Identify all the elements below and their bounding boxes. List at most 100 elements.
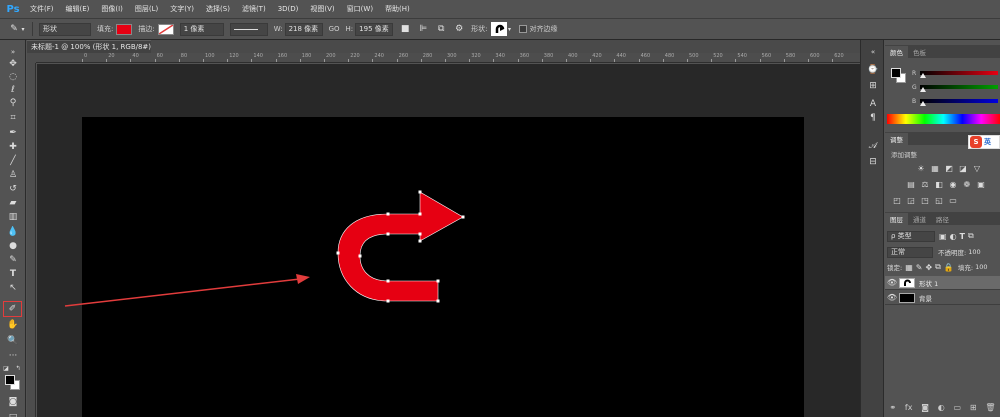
ruler-origin[interactable] — [27, 53, 36, 63]
more-tools-icon[interactable]: ··· — [4, 350, 22, 362]
link-dimensions-icon[interactable]: GO — [329, 25, 340, 33]
blue-thumb[interactable] — [920, 101, 926, 106]
green-track[interactable] — [920, 85, 998, 89]
layer-kind-filter[interactable]: ρ 类型 — [887, 230, 935, 242]
eye-icon[interactable]: 👁 — [885, 278, 899, 287]
panel-foreground-swatch[interactable] — [891, 68, 901, 78]
red-thumb[interactable] — [920, 73, 926, 78]
brightness-icon[interactable]: ☀ — [915, 163, 927, 173]
gradient-tool-icon[interactable]: ▥ — [4, 211, 22, 223]
magic-wand-tool-icon[interactable]: ⚲ — [4, 97, 22, 109]
tab-swatches[interactable]: 色板 — [908, 46, 931, 58]
curves-icon[interactable]: ◩ — [943, 163, 955, 173]
hue-saturation-icon[interactable]: ▤ — [905, 179, 917, 189]
filter-pixel-icon[interactable]: ▣ — [939, 232, 947, 241]
tab-adjustments[interactable]: 调整 — [885, 133, 908, 145]
type-tool-icon[interactable]: T — [4, 268, 22, 280]
menu-3d[interactable]: 3D(D) — [272, 5, 305, 13]
menu-view[interactable]: 视图(V) — [304, 4, 340, 14]
menu-window[interactable]: 窗口(W) — [341, 4, 379, 14]
menu-image[interactable]: 图像(I) — [95, 4, 129, 14]
brush-tool-icon[interactable]: ╱ — [4, 155, 22, 167]
photo-filter-icon[interactable]: ◉ — [947, 179, 959, 189]
chevron-down-icon[interactable]: ▾ — [507, 23, 513, 35]
quick-mask-icon[interactable]: ◙ — [4, 396, 22, 408]
healing-brush-tool-icon[interactable]: ✚ — [4, 141, 22, 153]
swap-colors-icon[interactable]: ↰ — [14, 362, 22, 374]
path-alignment-icon[interactable]: ⊫ — [417, 23, 429, 35]
history-icon[interactable]: ⌚ — [866, 64, 880, 76]
layer-row[interactable]: 👁 背景 — [885, 291, 1000, 305]
green-slider[interactable]: G — [912, 83, 1000, 92]
blend-mode-select[interactable]: 正常 — [887, 246, 933, 258]
menu-edit[interactable]: 编辑(E) — [60, 4, 96, 14]
menu-type[interactable]: 文字(Y) — [164, 4, 200, 14]
color-spectrum[interactable] — [887, 114, 1000, 124]
lasso-tool-icon[interactable]: ℓ — [4, 84, 22, 96]
glyphs-icon[interactable]: 𝒜 — [866, 140, 880, 152]
freeform-pen-tool-icon[interactable]: ✐ — [3, 301, 22, 317]
tab-paths[interactable]: 路径 — [931, 213, 954, 225]
filter-shape-icon[interactable]: ⧉ — [968, 231, 974, 241]
path-operations-icon[interactable]: ■ — [399, 23, 411, 35]
color-balance-icon[interactable]: ⚖ — [919, 179, 931, 189]
pen-tool-icon[interactable]: ✎ — [4, 254, 22, 266]
selective-color-icon[interactable]: ◱ — [933, 195, 945, 205]
blue-slider[interactable]: B — [912, 97, 1000, 106]
align-edges-checkbox[interactable] — [518, 25, 527, 33]
height-input[interactable]: 195 像素 — [355, 22, 394, 36]
lock-all-icon[interactable]: 🔒 — [944, 263, 954, 272]
clone-stamp-tool-icon[interactable]: ♙ — [4, 169, 22, 181]
dodge-tool-icon[interactable]: ● — [4, 240, 22, 252]
shape-picker[interactable] — [490, 22, 507, 36]
marquee-tool-icon[interactable]: ◌ — [4, 71, 22, 83]
vertical-ruler[interactable] — [27, 63, 36, 417]
lock-artboard-icon[interactable]: ⧉ — [935, 262, 941, 272]
red-slider[interactable]: R — [912, 69, 1000, 78]
eye-icon[interactable]: 👁 — [885, 293, 899, 302]
expand-panels-icon[interactable]: « — [866, 46, 880, 58]
default-colors-icon[interactable]: ◪ — [2, 362, 10, 374]
stroke-color-swatch[interactable] — [157, 23, 174, 35]
stroke-type-select[interactable] — [229, 22, 268, 36]
fill-color-swatch[interactable] — [116, 23, 133, 35]
paragraph-icon[interactable]: ¶ — [866, 112, 880, 124]
new-layer-icon[interactable]: ⊞ — [970, 403, 977, 416]
menu-layer[interactable]: 图层(L) — [129, 4, 164, 14]
filter-type-icon[interactable]: T — [960, 232, 965, 241]
path-arrangement-icon[interactable]: ⧉ — [435, 23, 447, 35]
channel-mixer-icon[interactable]: ❁ — [961, 179, 973, 189]
fill-opacity-value[interactable]: 100 — [975, 263, 987, 271]
lock-transparent-icon[interactable]: ▦ — [905, 263, 913, 272]
blur-tool-icon[interactable]: 💧 — [4, 226, 22, 238]
width-input[interactable]: 218 像素 — [284, 22, 323, 36]
trash-icon[interactable]: 🗑 — [985, 403, 995, 416]
chevron-down-icon[interactable]: ▾ — [20, 23, 26, 35]
actions-icon[interactable]: ⊟ — [866, 156, 880, 168]
screen-mode-icon[interactable]: ▭ — [4, 410, 22, 417]
freeform-pen-preset-icon[interactable]: ✎ — [8, 23, 20, 35]
black-white-icon[interactable]: ◧ — [933, 179, 945, 189]
move-tool-icon[interactable]: ✥ — [4, 58, 22, 70]
green-thumb[interactable] — [920, 87, 926, 92]
tool-mode-select[interactable]: 形状 — [39, 22, 91, 36]
exposure-icon[interactable]: ◪ — [957, 163, 969, 173]
menu-filter[interactable]: 滤镜(T) — [236, 4, 272, 14]
layer-row[interactable]: 👁 形状 1 — [885, 276, 1000, 290]
color-lookup-icon[interactable]: ▣ — [975, 179, 987, 189]
invert-icon[interactable]: ◰ — [891, 195, 903, 205]
menu-file[interactable]: 文件(F) — [24, 4, 60, 14]
toolbar-collapse-icon[interactable]: » — [4, 46, 22, 58]
history-brush-tool-icon[interactable]: ↺ — [4, 183, 22, 195]
filter-adjustment-icon[interactable]: ◐ — [950, 232, 957, 241]
eyedropper-tool-icon[interactable]: ✒ — [4, 127, 22, 139]
opacity-value[interactable]: 100 — [968, 248, 980, 256]
stroke-width-select[interactable]: 1 像素 — [179, 22, 224, 36]
menu-select[interactable]: 选择(S) — [200, 4, 236, 14]
lock-pixels-icon[interactable]: ✎ — [916, 263, 923, 272]
path-selection-tool-icon[interactable]: ↖ — [4, 282, 22, 294]
document-canvas[interactable] — [82, 117, 804, 417]
vibrance-icon[interactable]: ▽ — [971, 163, 983, 173]
posterize-icon[interactable]: ◲ — [905, 195, 917, 205]
hand-tool-icon[interactable]: ✋ — [4, 319, 22, 331]
